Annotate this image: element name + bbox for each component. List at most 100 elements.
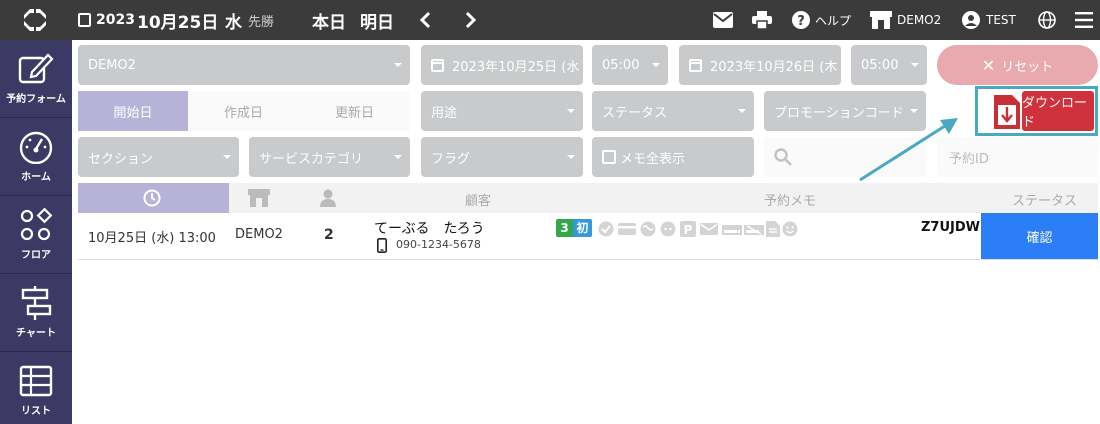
no-smoking-icon xyxy=(744,225,764,235)
user-icon[interactable] xyxy=(962,11,980,29)
end-time-select[interactable]: 05:00 xyxy=(851,45,927,85)
store-column-icon[interactable] xyxy=(248,189,270,207)
memo-all-toggle[interactable]: メモ全表示 xyxy=(592,137,754,177)
status-confirm-button[interactable]: 確認 xyxy=(981,213,1098,259)
tab-created-date[interactable]: 作成日 xyxy=(188,91,299,131)
mobile-phone-icon xyxy=(377,238,387,253)
tab-start-date[interactable]: 開始日 xyxy=(78,91,188,131)
pdf-download-icon[interactable] xyxy=(994,95,1020,129)
reset-button[interactable]: ✕ リセット xyxy=(937,45,1098,85)
calendar-icon xyxy=(78,13,91,27)
first-visit-badge: 初 xyxy=(573,219,592,237)
sidebar-item-label: リスト xyxy=(21,406,51,417)
chevron-down-icon xyxy=(911,63,919,67)
sidebar-item-floor[interactable]: フロア xyxy=(0,196,72,274)
calendar-icon xyxy=(431,58,444,72)
sidebar: 予約フォーム ホーム フロア チャート リスト xyxy=(0,40,72,424)
current-date: 10月25日 xyxy=(137,12,219,33)
search-icon xyxy=(774,148,792,166)
memo-icons-group: P xyxy=(598,221,798,237)
section-select[interactable]: セクション xyxy=(78,137,239,177)
start-date-value: 2023年10月25日 (水 xyxy=(452,59,580,75)
close-icon: ✕ xyxy=(981,55,996,75)
store-select-value: DEMO2 xyxy=(88,57,136,73)
sidebar-item-reservation-form[interactable]: 予約フォーム xyxy=(0,40,72,118)
sidebar-item-home[interactable]: ホーム xyxy=(0,118,72,196)
chevron-down-icon xyxy=(394,155,402,159)
end-date-value: 2023年10月26日 (木 xyxy=(710,59,838,75)
app-logo-icon[interactable] xyxy=(22,7,48,33)
help-icon[interactable]: ? xyxy=(792,11,810,29)
top-bar: 2023 10月25日 水 先勝 本日 明日 ? ヘルプ DEMO2 TEST xyxy=(0,0,1100,40)
chevron-down-icon xyxy=(738,109,746,113)
floor-icon xyxy=(20,208,53,241)
reset-button-label: リセット xyxy=(1001,59,1054,75)
download-button[interactable]: ダウンロード xyxy=(1022,91,1094,131)
visit-count-badge: 3 xyxy=(556,219,573,237)
memo-column-header[interactable]: 予約メモ xyxy=(764,190,816,209)
credit-card-icon xyxy=(618,223,636,235)
person-icon[interactable] xyxy=(320,189,336,207)
next-day-icon[interactable] xyxy=(462,11,478,29)
smiley-icon xyxy=(782,221,798,237)
store-icon[interactable] xyxy=(870,11,892,29)
sort-by-time-column[interactable] xyxy=(78,183,229,213)
status-select-value: ステータス xyxy=(602,105,668,121)
print-icon[interactable] xyxy=(752,11,772,29)
reservation-store: DEMO2 xyxy=(235,227,283,242)
purpose-select[interactable]: 用途 xyxy=(421,91,583,131)
customer-column-header[interactable]: 顧客 xyxy=(465,190,491,209)
mail-icon[interactable] xyxy=(713,12,733,28)
chevron-down-icon xyxy=(567,109,575,113)
hamburger-menu-icon[interactable] xyxy=(1075,12,1093,28)
customer-name: てーぶる たろう xyxy=(374,221,485,237)
check-circle-icon xyxy=(598,221,614,237)
sidebar-item-label: ホーム xyxy=(21,172,51,183)
list-icon xyxy=(19,365,53,397)
chevron-down-icon xyxy=(223,155,231,159)
current-weekday: 水 xyxy=(225,12,242,33)
start-time-select[interactable]: 05:00 xyxy=(592,45,668,85)
tomorrow-button[interactable]: 明日 xyxy=(360,0,394,40)
cat-icon xyxy=(660,221,676,237)
globe-small-icon xyxy=(640,221,656,237)
reservation-code: Z7UJDW xyxy=(921,220,980,235)
service-category-value: サービスカテゴリ xyxy=(259,151,364,167)
end-date-picker[interactable]: 2023年10月26日 (木 xyxy=(679,45,841,85)
table-row[interactable]: 10月25日 (水) 13:00 DEMO2 2 てーぶる たろう 090-12… xyxy=(78,213,1098,260)
purpose-select-value: 用途 xyxy=(431,105,458,121)
service-category-select[interactable]: サービスカテゴリ xyxy=(249,137,410,177)
dashboard-icon xyxy=(19,131,53,164)
section-select-value: セクション xyxy=(88,151,154,167)
svg-text:?: ? xyxy=(797,14,805,29)
customer-phone: 090-1234-5678 xyxy=(396,238,481,251)
document-icon xyxy=(766,221,780,237)
today-button[interactable]: 本日 xyxy=(312,0,346,40)
globe-icon[interactable] xyxy=(1038,11,1056,29)
store-select[interactable]: DEMO2 xyxy=(78,45,410,85)
start-date-picker[interactable]: 2023年10月25日 (水 xyxy=(421,45,583,85)
chevron-down-icon xyxy=(652,63,660,67)
flag-select[interactable]: フラグ xyxy=(421,137,583,177)
help-link[interactable]: ヘルプ xyxy=(815,0,851,40)
sidebar-item-chart[interactable]: チャート xyxy=(0,274,72,352)
envelope-icon xyxy=(700,223,718,235)
flag-select-value: フラグ xyxy=(431,151,471,167)
chevron-down-icon xyxy=(567,155,575,159)
status-select[interactable]: ステータス xyxy=(592,91,754,131)
clock-icon xyxy=(143,189,161,207)
parking-icon: P xyxy=(680,221,696,237)
checkbox-icon xyxy=(602,150,616,164)
status-column-header[interactable]: ステータス xyxy=(1012,190,1077,209)
chart-icon xyxy=(21,286,52,320)
sidebar-item-label: チャート xyxy=(16,328,56,339)
annotation-arrow-icon xyxy=(859,118,958,182)
start-time-value: 05:00 xyxy=(602,57,640,73)
store-selector[interactable]: DEMO2 xyxy=(897,0,941,40)
sidebar-item-list[interactable]: リスト xyxy=(0,352,72,424)
user-menu[interactable]: TEST xyxy=(986,0,1016,40)
reservation-datetime: 10月25日 (水) 13:00 xyxy=(88,231,216,246)
prev-day-icon[interactable] xyxy=(418,11,434,29)
smoking-icon xyxy=(722,225,742,235)
tab-updated-date[interactable]: 更新日 xyxy=(299,91,410,131)
